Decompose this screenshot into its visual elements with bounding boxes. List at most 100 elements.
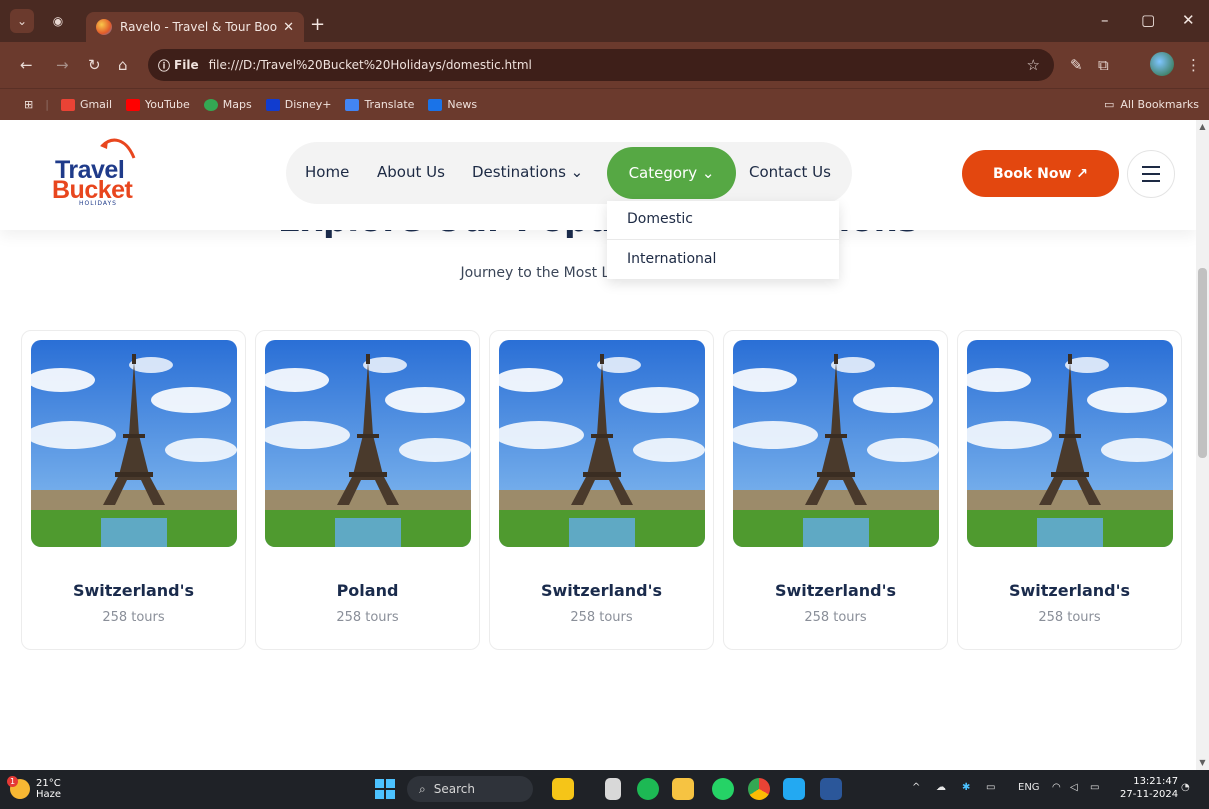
site-info-chip[interactable]: ⓘ File: [158, 57, 199, 74]
destination-card[interactable]: Poland 258 tours: [255, 330, 480, 650]
news-icon: [428, 98, 443, 111]
destination-tour-count: 258 tours: [570, 610, 633, 625]
bookmark-gmail[interactable]: Gmail: [60, 98, 112, 111]
tray-overflow-icon[interactable]: ^: [912, 782, 920, 793]
tab-search-button[interactable]: ⌄: [10, 9, 34, 33]
maps-icon: [203, 98, 218, 111]
destination-name: Switzerland's: [1008, 581, 1131, 600]
windows-start-icon[interactable]: [375, 779, 395, 799]
minimize-button[interactable]: –: [1101, 11, 1109, 29]
back-arrow-icon[interactable]: ←: [20, 56, 33, 74]
notifications-icon[interactable]: ◔: [1181, 782, 1190, 793]
dropdown-item-international[interactable]: International: [627, 251, 716, 267]
battery-icon[interactable]: ▭: [1090, 782, 1099, 793]
site-favicon-icon: [96, 19, 112, 35]
extension-pen-icon[interactable]: ✎: [1070, 56, 1083, 74]
file-explorer-icon[interactable]: [672, 778, 694, 800]
restore-button[interactable]: ▢: [1141, 11, 1155, 29]
bookmark-label: YouTube: [145, 98, 190, 111]
destination-name: Switzerland's: [72, 581, 195, 600]
bookmarks-bar: ⊞ | Gmail YouTube Maps Disney+ Translate…: [0, 88, 1209, 120]
destination-image: [967, 340, 1173, 547]
copilot-app-icon[interactable]: [552, 778, 574, 800]
site-logo[interactable]: Travel Bucket HOLIDAYS: [52, 132, 148, 212]
page-scrollbar[interactable]: ▲ ▼: [1196, 120, 1209, 770]
hamburger-icon-line: [1142, 166, 1160, 168]
scrollbar-thumb[interactable]: [1198, 268, 1207, 458]
folder-icon: ▭: [1104, 98, 1115, 111]
destination-card[interactable]: Switzerland's 258 tours: [723, 330, 948, 650]
nav-category[interactable]: Category ⌄: [607, 147, 736, 199]
tab-close-icon[interactable]: ✕: [283, 20, 294, 35]
file-label: File: [174, 58, 199, 72]
destination-image: [31, 340, 237, 547]
volume-icon[interactable]: ◁: [1070, 782, 1078, 793]
vscode-icon[interactable]: [783, 778, 805, 800]
destination-name: Poland: [336, 581, 399, 600]
bookmark-news[interactable]: News: [428, 98, 477, 111]
notification-badge: 1: [7, 776, 18, 787]
taskbar-search-label: Search: [433, 782, 475, 796]
section-subtitle: Journey to the Most Loved Destinations: [460, 265, 736, 281]
translate-icon: [345, 98, 360, 111]
wifi-icon[interactable]: ◠: [1052, 782, 1061, 793]
forward-arrow-icon[interactable]: →: [56, 56, 69, 74]
clock-time: 13:21:47: [1133, 776, 1179, 787]
more-menu-icon[interactable]: ⋮: [1186, 56, 1201, 74]
scroll-down-arrow-icon[interactable]: ▼: [1198, 758, 1207, 767]
word-icon[interactable]: [820, 778, 842, 800]
hamburger-icon-line: [1142, 180, 1160, 182]
extensions-puzzle-icon[interactable]: ⧉: [1098, 56, 1109, 74]
weather-widget[interactable]: 1 21°C Haze: [7, 776, 62, 800]
destination-card[interactable]: Switzerland's 258 tours: [489, 330, 714, 650]
taskbar-search[interactable]: ⌕ Search: [407, 776, 533, 802]
display-icon[interactable]: ▭: [986, 782, 995, 793]
nav-contact-us[interactable]: Contact Us: [749, 163, 831, 181]
destination-card[interactable]: Switzerland's 258 tours: [957, 330, 1182, 650]
whatsapp-icon[interactable]: [712, 778, 734, 800]
gmail-icon: [60, 98, 75, 111]
book-now-button[interactable]: Book Now ↗: [962, 150, 1119, 197]
bookmark-star-icon[interactable]: ☆: [1027, 56, 1040, 74]
destination-image: [733, 340, 939, 547]
nav-about-us[interactable]: About Us: [377, 163, 445, 181]
language-indicator[interactable]: ENG: [1018, 782, 1040, 793]
weather-sun-icon: 1: [7, 776, 30, 799]
chrome-icon[interactable]: ◉: [46, 9, 70, 33]
dropdown-item-domestic[interactable]: Domestic: [627, 211, 693, 227]
bookmark-label: Maps: [222, 98, 252, 111]
new-tab-button[interactable]: +: [310, 14, 325, 35]
bluetooth-icon[interactable]: ✱: [962, 782, 970, 793]
all-bookmarks-button[interactable]: ▭ All Bookmarks: [1104, 98, 1199, 111]
info-icon: ⓘ: [158, 58, 171, 73]
youtube-icon: [126, 98, 141, 111]
spotify-icon[interactable]: [637, 778, 659, 800]
url-text: file:///D:/Travel%20Bucket%20Holidays/do…: [208, 58, 532, 72]
reload-icon[interactable]: ↻: [88, 56, 101, 74]
chrome-app-icon[interactable]: [748, 778, 770, 800]
bookmark-translate[interactable]: Translate: [345, 98, 414, 111]
task-view-icon[interactable]: [605, 778, 621, 800]
hamburger-menu-button[interactable]: [1127, 150, 1175, 198]
scroll-up-arrow-icon[interactable]: ▲: [1198, 122, 1207, 131]
destination-name: Switzerland's: [540, 581, 663, 600]
close-window-button[interactable]: ✕: [1182, 11, 1195, 29]
dropdown-divider: [607, 239, 839, 240]
browser-tab[interactable]: Ravelo - Travel & Tour Booking ✕: [86, 12, 304, 42]
nav-destinations[interactable]: Destinations ⌄: [472, 163, 583, 181]
destination-image: [265, 340, 471, 547]
apps-grid-icon[interactable]: ⊞: [24, 98, 33, 111]
weather-description: Haze: [36, 789, 62, 800]
home-icon[interactable]: ⌂: [118, 56, 128, 74]
bookmark-disney[interactable]: Disney+: [265, 98, 331, 111]
system-clock[interactable]: 13:21:47 27-11-2024: [1120, 775, 1178, 801]
browser-tab-bar: ⌄ ◉ Ravelo - Travel & Tour Booking ✕ + –…: [0, 0, 1209, 42]
destination-card[interactable]: Switzerland's 258 tours: [21, 330, 246, 650]
bookmark-maps[interactable]: Maps: [203, 98, 252, 111]
destination-name: Switzerland's: [774, 581, 897, 600]
nav-home[interactable]: Home: [305, 163, 349, 181]
profile-avatar[interactable]: [1150, 52, 1174, 76]
bookmark-youtube[interactable]: YouTube: [126, 98, 190, 111]
onedrive-icon[interactable]: ☁: [936, 782, 946, 793]
address-bar[interactable]: ⓘ File file:///D:/Travel%20Bucket%20Holi…: [148, 49, 1054, 81]
